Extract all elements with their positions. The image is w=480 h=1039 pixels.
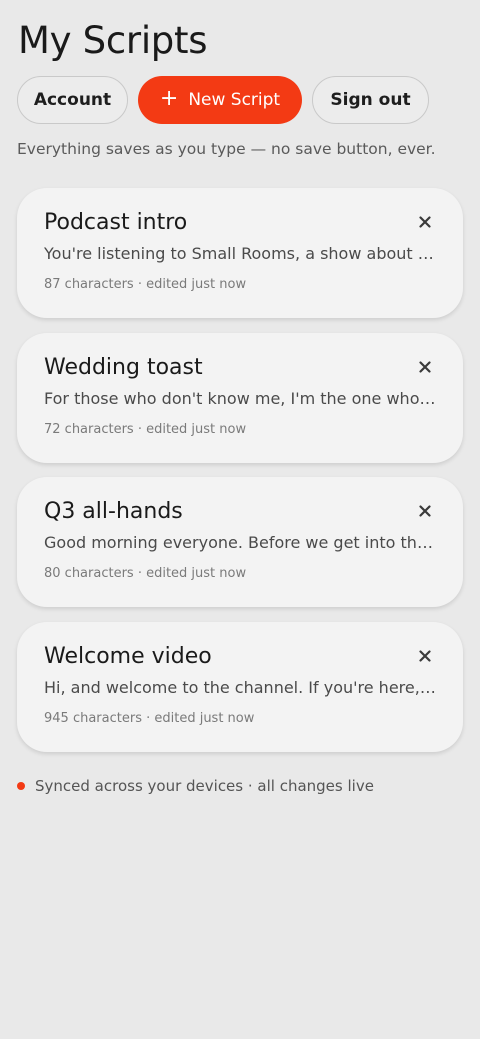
scripts-page: My Scripts Account + New Script Sign out…: [0, 0, 480, 1039]
script-card[interactable]: Wedding toast For those who don't know m…: [17, 332, 463, 463]
autosave-tagline: Everything saves as you type — no save b…: [17, 140, 436, 158]
script-preview: Hi, and welcome to the channel. If you'r…: [44, 677, 436, 697]
sign-out-button-label: Sign out: [330, 90, 411, 110]
account-button[interactable]: Account: [17, 76, 128, 124]
new-script-button[interactable]: + New Script: [138, 76, 302, 124]
sign-out-button[interactable]: Sign out: [312, 76, 429, 124]
delete-script-button[interactable]: [413, 499, 437, 523]
script-card[interactable]: Q3 all-hands Good morning everyone. Befo…: [17, 477, 463, 607]
close-icon: [419, 360, 431, 373]
script-meta: 72 characters · edited just now: [44, 421, 247, 437]
sync-status: Synced across your devices · all changes…: [17, 776, 374, 796]
script-title: Wedding toast: [44, 354, 203, 380]
script-meta: 80 characters · edited just now: [44, 566, 247, 581]
script-title: Podcast intro: [44, 210, 188, 235]
delete-script-button[interactable]: [413, 644, 437, 668]
script-title: Welcome video: [44, 643, 212, 669]
script-meta: 87 characters · edited just now: [44, 277, 247, 292]
status-dot-icon: [17, 782, 25, 790]
new-script-button-label: New Script: [188, 90, 281, 110]
script-list: Podcast intro You're listening to Small …: [17, 188, 463, 766]
script-preview: For those who don't know me, I'm the one…: [44, 388, 436, 408]
script-card[interactable]: Podcast intro You're listening to Small …: [17, 188, 463, 318]
plus-icon: +: [159, 86, 179, 111]
script-title: Q3 all-hands: [44, 499, 183, 524]
account-button-label: Account: [33, 90, 112, 110]
script-meta: 945 characters · edited just now: [44, 710, 255, 726]
page-title: My Scripts: [18, 19, 208, 62]
script-card[interactable]: Welcome video Hi, and welcome to the cha…: [17, 621, 463, 752]
action-bar: Account + New Script Sign out: [17, 76, 429, 124]
script-preview: You're listening to Small Rooms, a show …: [44, 244, 436, 263]
delete-script-button[interactable]: [413, 355, 437, 379]
close-icon: [419, 216, 431, 228]
delete-script-button[interactable]: [413, 210, 437, 234]
close-icon: [419, 505, 431, 517]
close-icon: [419, 649, 431, 662]
script-preview: Good morning everyone. Before we get int…: [44, 533, 436, 552]
sync-status-text: Synced across your devices · all changes…: [35, 777, 374, 795]
